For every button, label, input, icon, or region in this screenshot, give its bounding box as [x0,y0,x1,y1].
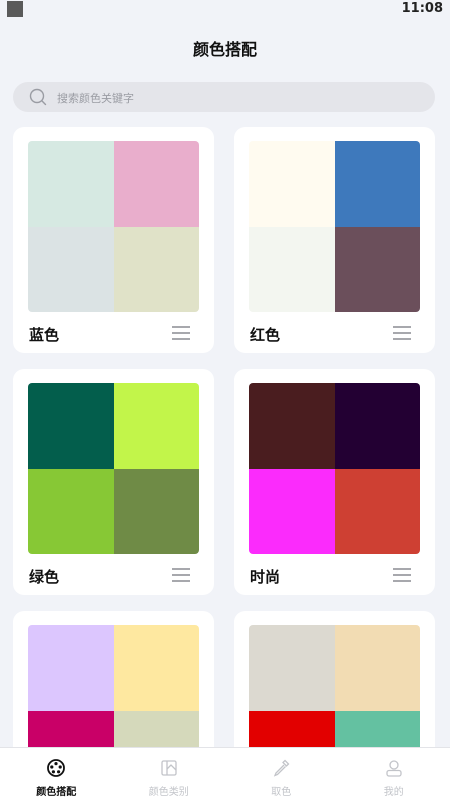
swatch-cell [28,226,114,312]
color-scheme-card[interactable] [234,611,435,747]
menu-icon[interactable] [172,568,190,582]
color-scheme-card[interactable]: 红色 [234,127,435,353]
swatch-cell [249,625,335,711]
color-scheme-grid: 蓝色 红色 绿色 时尚 [13,127,435,747]
color-swatch [249,625,420,747]
color-swatch [249,383,420,554]
menu-icon[interactable] [393,326,411,340]
status-time: 11:08 [401,1,443,16]
color-scheme-card[interactable]: 绿色 [13,369,214,595]
swatch-cell [28,625,114,711]
tab-label: 我的 [383,787,404,798]
tab-color-picker[interactable]: 取色 [225,748,338,800]
color-swatch [28,141,199,312]
tab-color-categories[interactable]: 颜色类别 [113,748,226,800]
swatch-cell [113,383,199,469]
swatch-cell [28,710,114,747]
swatch-cell [334,625,420,711]
swatch-cell [28,141,114,227]
page-title: 颜色搭配 [192,40,257,59]
swatch-cell [334,710,420,747]
card-title: 绿色 [29,568,60,586]
swatch-cell [249,710,335,747]
swatch-cell [334,226,420,312]
card-title: 红色 [250,326,281,344]
swatch-cell [249,383,335,469]
status-indicator-icon [7,1,23,17]
color-swatch [249,141,420,312]
color-swatch [28,383,199,554]
eyedropper-icon [274,759,290,777]
swatch-cell [113,710,199,747]
status-bar: 11:08 [0,0,450,20]
profile-icon [386,760,402,777]
color-scheme-card[interactable]: 时尚 [234,369,435,595]
swatch-cell [28,383,114,469]
color-swatch [28,625,199,747]
search-input[interactable]: 搜索颜色关键字 [57,90,134,106]
card-title: 蓝色 [29,326,60,344]
swatch-cell [113,468,199,554]
swatch-cell [249,141,335,227]
color-scheme-card[interactable] [13,611,214,747]
category-icon [161,760,177,776]
swatch-cell [249,468,335,554]
swatch-cell [334,141,420,227]
swatch-cell [113,141,199,227]
color-scheme-card[interactable]: 蓝色 [13,127,214,353]
card-title: 时尚 [250,568,281,586]
swatch-cell [249,226,335,312]
menu-icon[interactable] [393,568,411,582]
palette-icon [47,759,66,777]
swatch-cell [113,226,199,312]
tab-label: 颜色搭配 [36,787,77,798]
swatch-cell [28,468,114,554]
swatch-cell [113,625,199,711]
menu-icon[interactable] [172,326,190,340]
swatch-cell [334,468,420,554]
tab-color-matching[interactable]: 颜色搭配 [0,748,113,800]
tab-label: 颜色类别 [148,787,189,798]
search-icon [29,88,47,106]
tab-label: 取色 [271,787,292,798]
bottom-tab-bar: 颜色搭配 颜色类别 取色 我的 [0,747,450,800]
search-bar[interactable]: 搜索颜色关键字 [13,82,435,112]
tab-profile[interactable]: 我的 [338,748,450,800]
swatch-cell [334,383,420,469]
